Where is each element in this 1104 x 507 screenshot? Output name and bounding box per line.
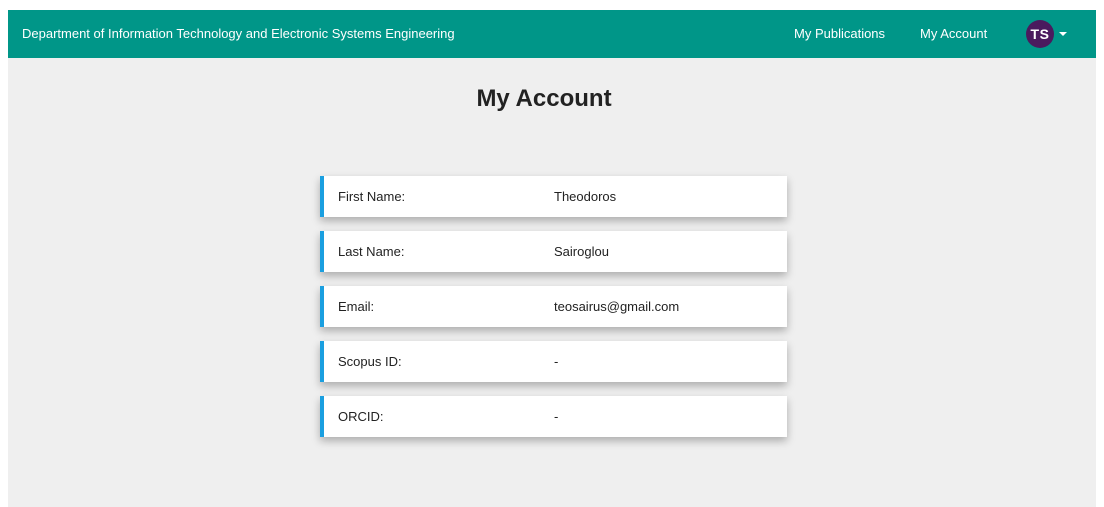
- last-name-card: Last Name: Sairoglou: [320, 231, 787, 272]
- field-label: Email:: [338, 299, 375, 314]
- field-value: -: [554, 409, 559, 424]
- top-navbar: Department of Information Technology and…: [8, 10, 1096, 58]
- avatar[interactable]: TS: [1026, 20, 1054, 48]
- orcid-card: ORCID: -: [320, 396, 787, 437]
- field-label: ORCID:: [338, 409, 384, 424]
- field-value: Sairoglou: [554, 244, 609, 259]
- page-title: My Account: [476, 85, 612, 112]
- user-menu-toggle[interactable]: TS: [1026, 20, 1067, 48]
- scopus-id-card: Scopus ID: -: [320, 341, 787, 382]
- nav-my-account[interactable]: My Account: [920, 10, 987, 58]
- field-label: Scopus ID:: [338, 354, 402, 369]
- first-name-card: First Name: Theodoros: [320, 176, 787, 217]
- nav-my-publications[interactable]: My Publications: [794, 10, 885, 58]
- field-value: teosairus@gmail.com: [554, 299, 680, 314]
- caret-down-icon[interactable]: [1059, 32, 1067, 36]
- field-value: Theodoros: [554, 189, 617, 204]
- brand-link[interactable]: Department of Information Technology and…: [22, 10, 455, 58]
- email-card: Email: teosairus@gmail.com: [320, 286, 787, 327]
- field-value: -: [554, 354, 559, 369]
- field-label: Last Name:: [338, 244, 405, 259]
- field-label: First Name:: [338, 189, 406, 204]
